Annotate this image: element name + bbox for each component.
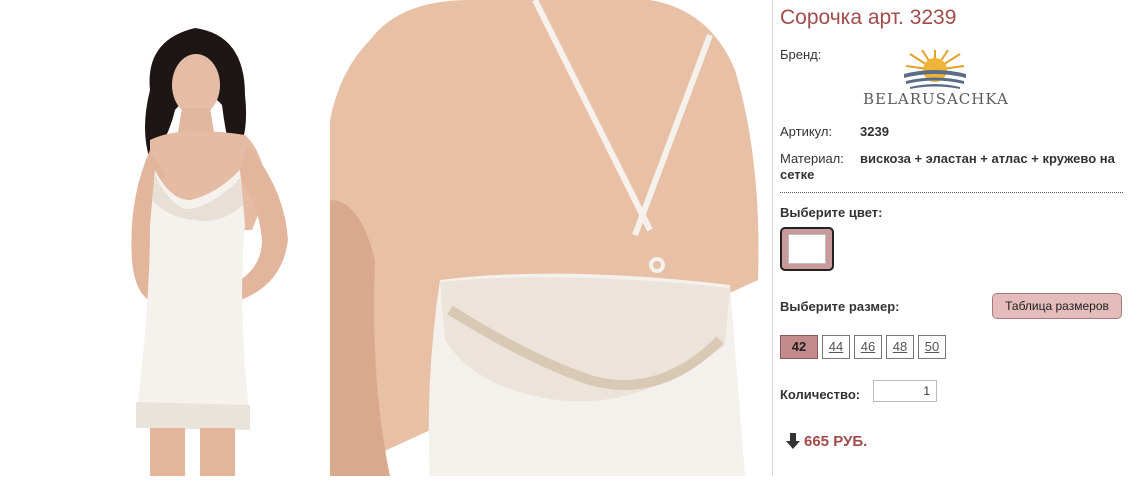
price-value: 665 РУБ.	[804, 432, 868, 450]
sun-logo-icon	[904, 49, 966, 89]
size-options: 42 44 46 48 50	[780, 335, 946, 359]
price-row: 665 РУБ.	[784, 432, 867, 450]
product-photo-model[interactable]	[0, 0, 325, 476]
brand-name: BELARUSACHKA	[863, 90, 1009, 108]
sku-value: 3239	[860, 124, 889, 139]
size-option-46[interactable]: 46	[854, 335, 882, 359]
product-title: Сорочка арт. 3239	[780, 6, 957, 29]
size-option-48[interactable]: 48	[886, 335, 914, 359]
color-swatch-white[interactable]	[780, 227, 834, 271]
color-label: Выберите цвет:	[780, 205, 883, 220]
sku-label: Артикул:	[780, 124, 833, 139]
size-chart-button[interactable]: Таблица размеров	[992, 293, 1122, 319]
quantity-input[interactable]	[873, 380, 937, 402]
quantity-label: Количество:	[780, 387, 861, 402]
brand-label: Бренд:	[780, 47, 822, 62]
size-label: Выберите размер:	[780, 299, 900, 314]
brand-logo[interactable]: BELARUSACHKA	[860, 49, 1010, 115]
product-info-panel: Сорочка арт. 3239 Бренд: BELARUSACHKA Ар…	[780, 0, 1125, 476]
size-option-50[interactable]: 50	[918, 335, 946, 359]
material-value: вискоза + эластан + атлас + кружево на с…	[780, 151, 1115, 182]
arrow-down-icon	[786, 433, 800, 449]
product-photo-back-detail[interactable]	[330, 0, 762, 476]
size-option-44[interactable]: 44	[822, 335, 850, 359]
model-image	[131, 28, 288, 476]
divider	[780, 192, 1123, 193]
color-swatch-fill	[788, 234, 826, 264]
size-option-42[interactable]: 42	[780, 335, 818, 359]
panel-divider	[772, 0, 773, 476]
back-detail-image	[330, 0, 762, 476]
